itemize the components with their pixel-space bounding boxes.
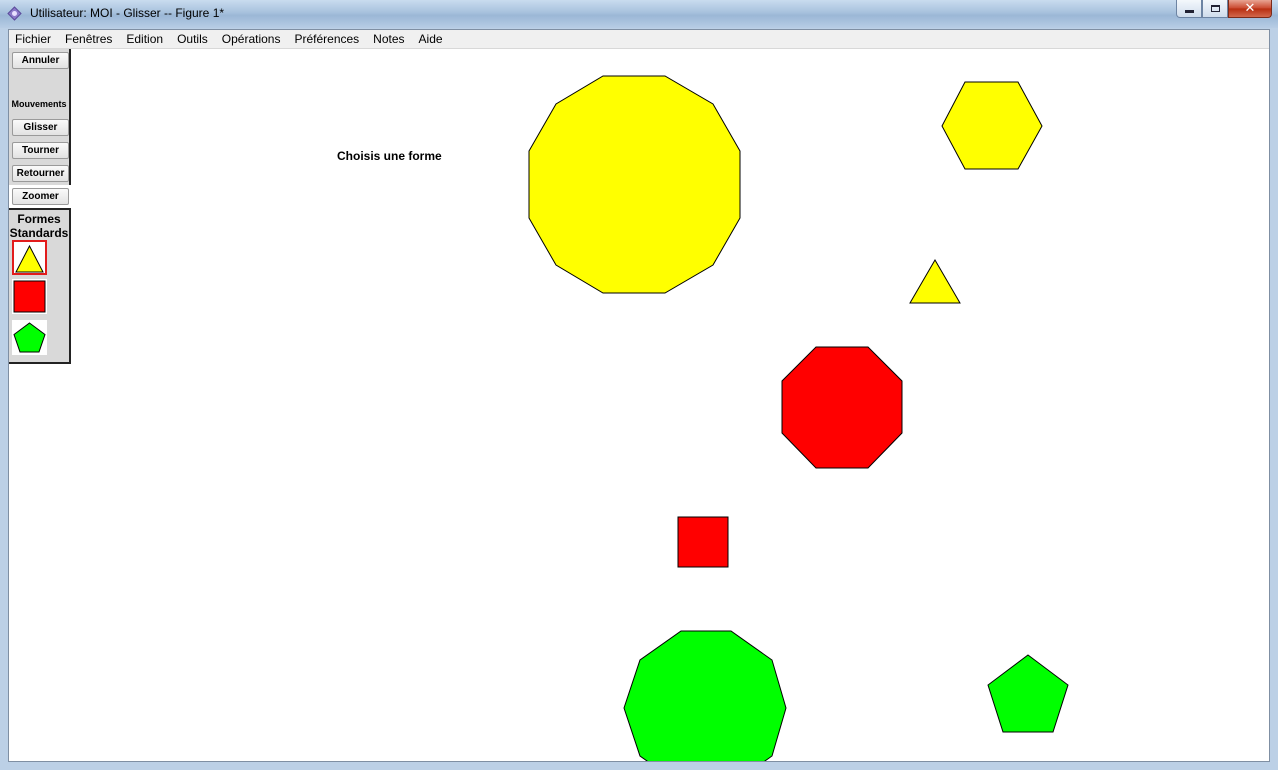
shapes-panel-title: Formes Standards [9, 212, 69, 240]
app-window: Utilisateur: MOI - Glisser -- Figure 1* … [0, 0, 1278, 770]
client-area: Fichier Fenêtres Edition Outils Opératio… [8, 29, 1270, 762]
maximize-button[interactable] [1202, 0, 1228, 18]
shapes-panel-title-line2: Standards [9, 226, 69, 240]
shape-yellow-hexagon[interactable] [941, 81, 1043, 170]
shapes-layer [528, 75, 1069, 761]
drawing-canvas[interactable]: Choisis une forme [71, 49, 1269, 761]
app-icon [7, 6, 22, 21]
window-border-bottom [0, 762, 1278, 770]
menu-edition[interactable]: Edition [119, 30, 170, 48]
menu-aide[interactable]: Aide [412, 30, 450, 48]
shape-yellow-triangle[interactable] [909, 259, 961, 304]
title-bar[interactable]: Utilisateur: MOI - Glisser -- Figure 1* … [0, 0, 1278, 28]
menu-bar: Fichier Fenêtres Edition Outils Opératio… [9, 30, 1269, 49]
square-icon [13, 280, 46, 313]
window-title: Utilisateur: MOI - Glisser -- Figure 1* [30, 6, 225, 20]
shape-swatch-square[interactable] [12, 279, 47, 314]
menu-notes[interactable]: Notes [366, 30, 411, 48]
shape-swatch-triangle[interactable] [12, 240, 47, 275]
turn-button[interactable]: Tourner [12, 142, 69, 159]
shapes-panel-title-line1: Formes [17, 212, 61, 226]
window-border-left [0, 28, 8, 770]
shape-red-square[interactable] [677, 516, 729, 568]
undo-button[interactable]: Annuler [12, 52, 69, 69]
standard-shapes-panel: Formes Standards [9, 208, 71, 364]
menu-outils[interactable]: Outils [170, 30, 215, 48]
menu-preferences[interactable]: Préférences [287, 30, 366, 48]
moves-label: Mouvements [11, 99, 67, 109]
shape-red-octagon[interactable] [781, 346, 903, 469]
slide-button[interactable]: Glisser [12, 119, 69, 136]
close-button[interactable]: ✕ [1228, 0, 1272, 18]
triangle-icon [15, 244, 44, 273]
shape-green-pentagon[interactable] [987, 654, 1069, 733]
maximize-icon [1210, 5, 1220, 12]
shape-yellow-dodecagon[interactable] [528, 75, 741, 294]
menu-fichier[interactable]: Fichier [9, 30, 58, 48]
flip-button[interactable]: Retourner [12, 165, 69, 182]
window-controls: ✕ [1176, 0, 1272, 19]
tool-panel: Annuler Mouvements Glisser Tourner Retou… [9, 49, 71, 185]
minimize-button[interactable] [1176, 0, 1202, 18]
close-icon: ✕ [1244, 1, 1256, 16]
zoom-button[interactable]: Zoomer [12, 188, 69, 205]
menu-fenetres[interactable]: Fenêtres [58, 30, 119, 48]
minimize-icon [1184, 10, 1194, 13]
shape-swatch-pentagon[interactable] [12, 320, 47, 355]
shape-green-decagon[interactable] [623, 630, 787, 761]
pentagon-icon [13, 322, 46, 353]
menu-operations[interactable]: Opérations [215, 30, 288, 48]
window-border-right [1270, 28, 1278, 770]
